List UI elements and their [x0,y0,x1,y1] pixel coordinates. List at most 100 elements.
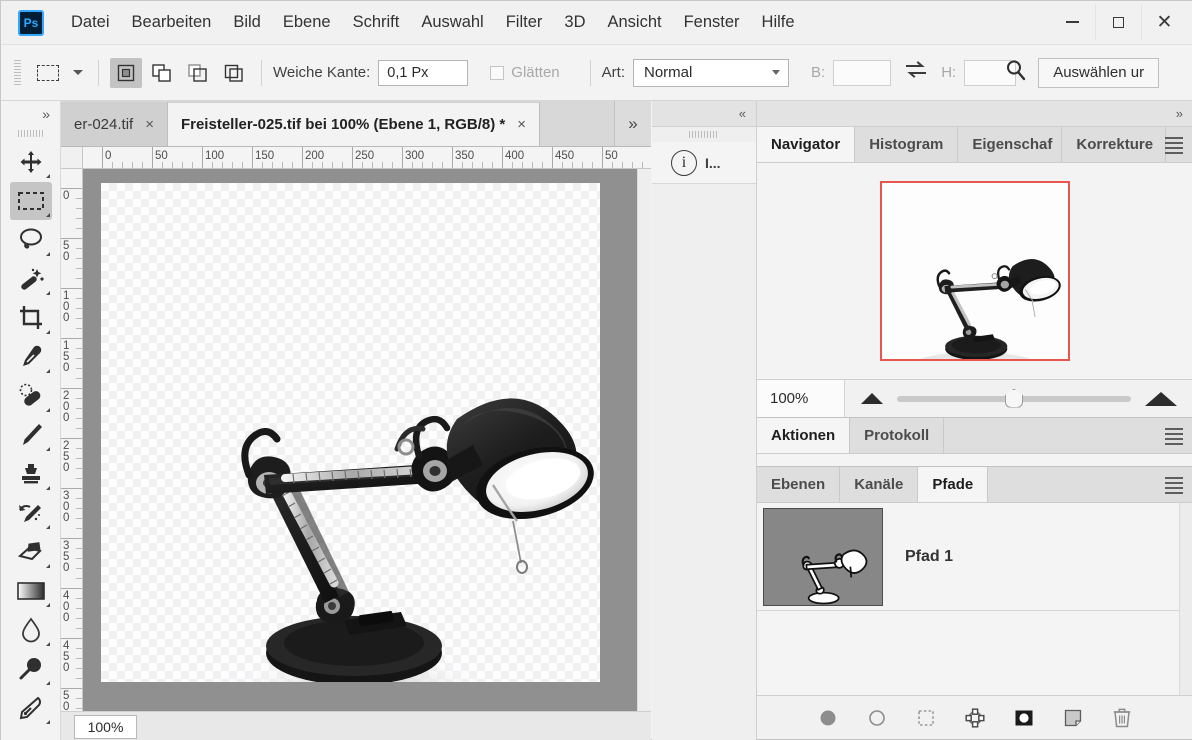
menu-item-datei[interactable]: Datei [60,10,121,35]
navigator-zoom-input[interactable]: 100% [757,380,845,417]
make-work-path-from-selection-button[interactable] [962,705,988,731]
tool-preset-picker[interactable] [33,60,63,86]
menu-item-3d[interactable]: 3D [553,10,596,35]
maximize-button[interactable] [1095,4,1141,40]
menu-item-ebene[interactable]: Ebene [272,10,342,35]
menu-item-bild[interactable]: Bild [222,10,272,35]
ruler-minor-tick [272,162,273,169]
add-to-selection-button[interactable] [146,58,178,88]
ruler-minor-tick [462,162,463,169]
toolbox-collapse-button[interactable]: » [1,101,60,127]
actions-panel-menu-button[interactable] [1155,418,1192,454]
menu-item-bearbeiten[interactable]: Bearbeiten [121,10,223,35]
path-list-item[interactable]: Pfad 1 [757,503,1192,611]
delete-path-button[interactable] [1109,705,1135,731]
healing-brush-tool[interactable] [10,377,52,415]
canvas-vertical-scrollbar[interactable] [637,169,651,711]
pen-tool[interactable] [10,689,52,727]
lasso-tool[interactable] [10,221,52,259]
history-brush-tool[interactable] [10,494,52,532]
close-icon[interactable]: × [517,116,526,133]
toolbox-grip[interactable] [18,130,44,137]
magic-wand-tool[interactable] [10,260,52,298]
load-path-as-selection-button[interactable] [913,705,939,731]
ruler-minor-tick [76,228,83,229]
crop-tool[interactable] [10,299,52,337]
select-and-mask-button[interactable]: Auswählen ur [1038,58,1159,88]
ruler-label: 50 [155,150,168,162]
document-tab-active[interactable]: Freisteller-025.tif bei 100% (Ebene 1, R… [168,102,540,146]
menu-item-auswahl[interactable]: Auswahl [410,10,494,35]
tab-kanaele[interactable]: Kanäle [840,467,918,502]
collapsed-panel-info[interactable]: i I... [652,142,756,184]
intersect-selection-button[interactable] [218,58,250,88]
ruler-minor-tick [332,162,333,169]
document-tab-inactive[interactable]: er-024.tif × [61,102,168,146]
chevron-down-icon[interactable] [73,70,83,75]
rectangular-marquee-tool[interactable] [10,182,52,220]
tab-ebenen[interactable]: Ebenen [757,467,840,502]
collapsed-panel-label: I... [705,155,721,171]
tab-aktionen[interactable]: Aktionen [757,418,850,453]
swap-dimensions-button[interactable] [905,61,927,84]
brush-tool[interactable] [10,416,52,454]
tab-pfade[interactable]: Pfade [918,467,988,502]
eyedropper-tool[interactable] [10,338,52,376]
tab-navigator[interactable]: Navigator [757,127,855,162]
close-icon[interactable]: × [145,116,154,133]
gradient-tool[interactable] [10,572,52,610]
artboard[interactable] [101,183,600,682]
eraser-tool[interactable] [10,533,52,571]
search-button[interactable] [1004,58,1028,87]
tab-protokoll[interactable]: Protokoll [850,418,944,453]
horizontal-ruler[interactable]: 05010015020025030035040045050 [83,147,651,169]
tab-histogramm[interactable]: Histogram [855,127,958,162]
stroke-path-with-brush-button[interactable] [864,705,890,731]
ruler-origin-corner[interactable] [61,147,83,169]
width-input[interactable] [833,60,891,86]
antialias-checkbox[interactable] [490,66,504,80]
navigator-thumbnail[interactable] [880,181,1070,361]
tool-more-indicator [46,603,50,607]
zoom-in-mountain-icon[interactable] [1145,392,1177,406]
navigator-zoom-slider[interactable] [897,396,1131,402]
minimize-button[interactable] [1049,4,1095,40]
paths-scrollbar[interactable] [1179,503,1192,695]
paths-panel-menu-button[interactable] [1155,467,1192,503]
zoom-out-mountain-icon[interactable] [861,393,883,404]
tab-eigenschaften[interactable]: Eigenschaf [958,127,1062,162]
ruler-minor-tick [512,162,513,169]
menu-item-ansicht[interactable]: Ansicht [596,10,672,35]
ruler-minor-tick [76,648,83,649]
subtract-from-selection-button[interactable] [182,58,214,88]
blur-tool[interactable] [10,611,52,649]
ruler-minor-tick [76,458,83,459]
navigator-preview-area[interactable] [757,163,1192,379]
zoom-level-input[interactable]: 100% [74,715,137,739]
document-tabs-overflow-button[interactable]: » [614,101,651,146]
create-new-path-button[interactable] [1060,705,1086,731]
menu-item-filter[interactable]: Filter [495,10,554,35]
options-bar-grip[interactable] [14,60,21,86]
menu-item-hilfe[interactable]: Hilfe [751,10,806,35]
feather-input[interactable]: 0,1 Px [378,60,468,86]
style-select[interactable]: Normal [633,59,789,87]
clone-stamp-tool[interactable] [10,455,52,493]
add-layer-mask-button[interactable] [1011,705,1037,731]
vertical-ruler[interactable]: 05010015020025030035040045050 [61,169,83,740]
search-icon [1004,58,1028,82]
tab-korrekturen[interactable]: Korrekture [1062,127,1166,162]
minidock-collapse-button[interactable]: « [652,101,756,127]
fill-path-with-foreground-button[interactable] [815,705,841,731]
menu-item-fenster[interactable]: Fenster [673,10,751,35]
move-tool[interactable] [10,143,52,181]
minidock-grip[interactable] [689,131,719,138]
close-button[interactable]: ✕ [1141,4,1187,40]
menu-item-schrift[interactable]: Schrift [342,10,411,35]
new-selection-button[interactable] [110,58,142,88]
rdock-expand-button[interactable]: » [757,101,1192,127]
navigator-panel-menu-button[interactable] [1155,127,1192,163]
dodge-tool[interactable] [10,650,52,688]
navigator-lamp-thumbnail [882,183,1068,359]
slider-handle[interactable] [1005,389,1023,408]
